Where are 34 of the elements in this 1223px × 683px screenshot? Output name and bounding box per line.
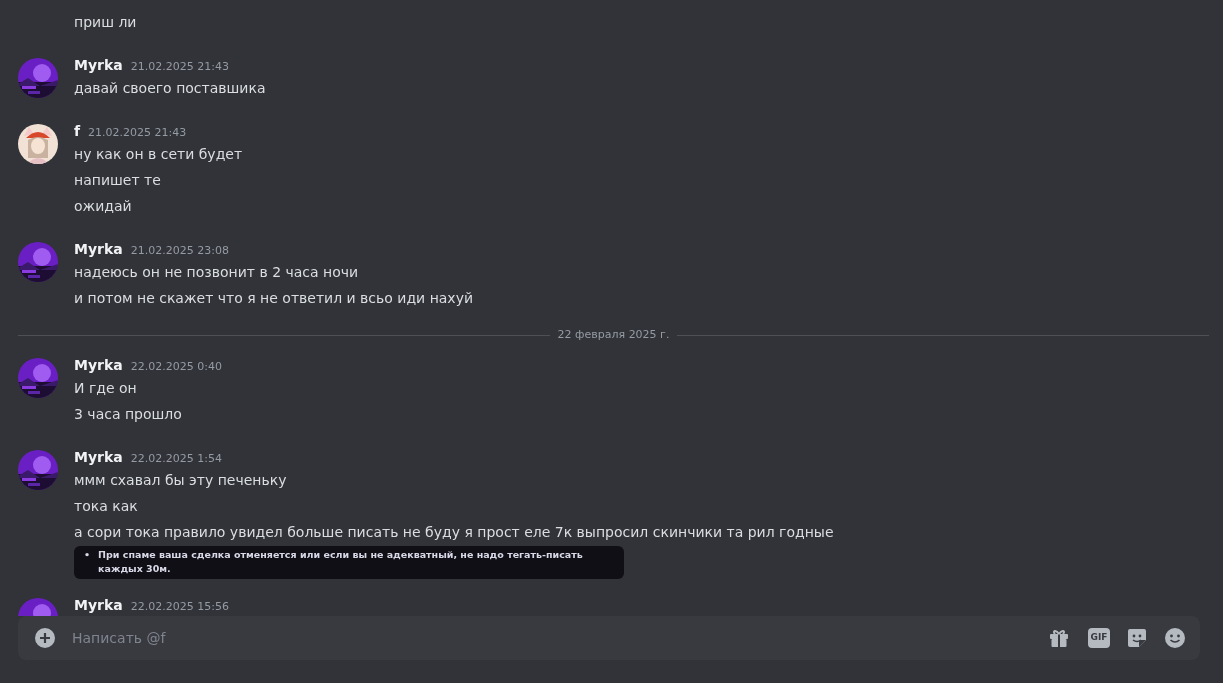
- message-text: напишет те: [74, 171, 162, 190]
- timestamp: 21.02.2025 21:43: [130, 59, 229, 75]
- date-divider-text: 22 февраля 2025 г.: [556, 326, 671, 343]
- message-text: приш ли: [74, 13, 137, 32]
- message-input[interactable]: Написать @f: [70, 626, 1032, 650]
- message-text: ну как он в сети будет: [74, 145, 243, 164]
- message-text: давай своего поставшика: [74, 79, 266, 98]
- bullet-text: •: [84, 548, 91, 562]
- sticker-icon[interactable]: [1126, 627, 1148, 649]
- message-text: ожидай: [74, 197, 133, 216]
- username: Myrka: [74, 240, 123, 259]
- message-text: тока как: [74, 497, 139, 516]
- message-text: а сори тока правило увидел больше писать не буду я прост еле 7к выпросил скинчики та рил годные: [74, 523, 834, 542]
- timestamp: 22.02.2025 15:56: [130, 599, 229, 615]
- gif-button[interactable]: GIF: [1088, 628, 1110, 648]
- username: Myrka: [74, 596, 123, 615]
- gift-icon[interactable]: [1048, 627, 1070, 649]
- timestamp: 21.02.2025 21:43: [88, 125, 187, 141]
- message-text: и потом не скажет что я не ответил и всьо иди нахуй: [74, 289, 474, 308]
- username: Myrka: [74, 448, 123, 467]
- timestamp: 22.02.2025 1:54: [130, 451, 222, 467]
- username: f: [74, 122, 81, 141]
- message-text: 3 часа прошло: [74, 405, 183, 424]
- message-text: надеюсь он не позвонит в 2 часа ночи: [74, 263, 360, 282]
- username: Myrka: [74, 356, 123, 375]
- message-text: И где он: [74, 379, 138, 398]
- emoji-icon[interactable]: [1164, 627, 1186, 649]
- timestamp: 21.02.2025 23:08: [130, 243, 229, 259]
- rule-text: При спаме ваша сделка отменяется или если вы не адекватный, не надо тегать-писать каждых 30м.: [98, 548, 584, 576]
- username: Myrka: [74, 56, 123, 75]
- timestamp: 22.02.2025 0:40: [130, 359, 222, 375]
- add-icon[interactable]: [34, 627, 56, 649]
- message-composer[interactable]: Написать @f GIF: [18, 616, 1200, 660]
- message-text: ммм схавал бы эту печеньку: [74, 471, 288, 490]
